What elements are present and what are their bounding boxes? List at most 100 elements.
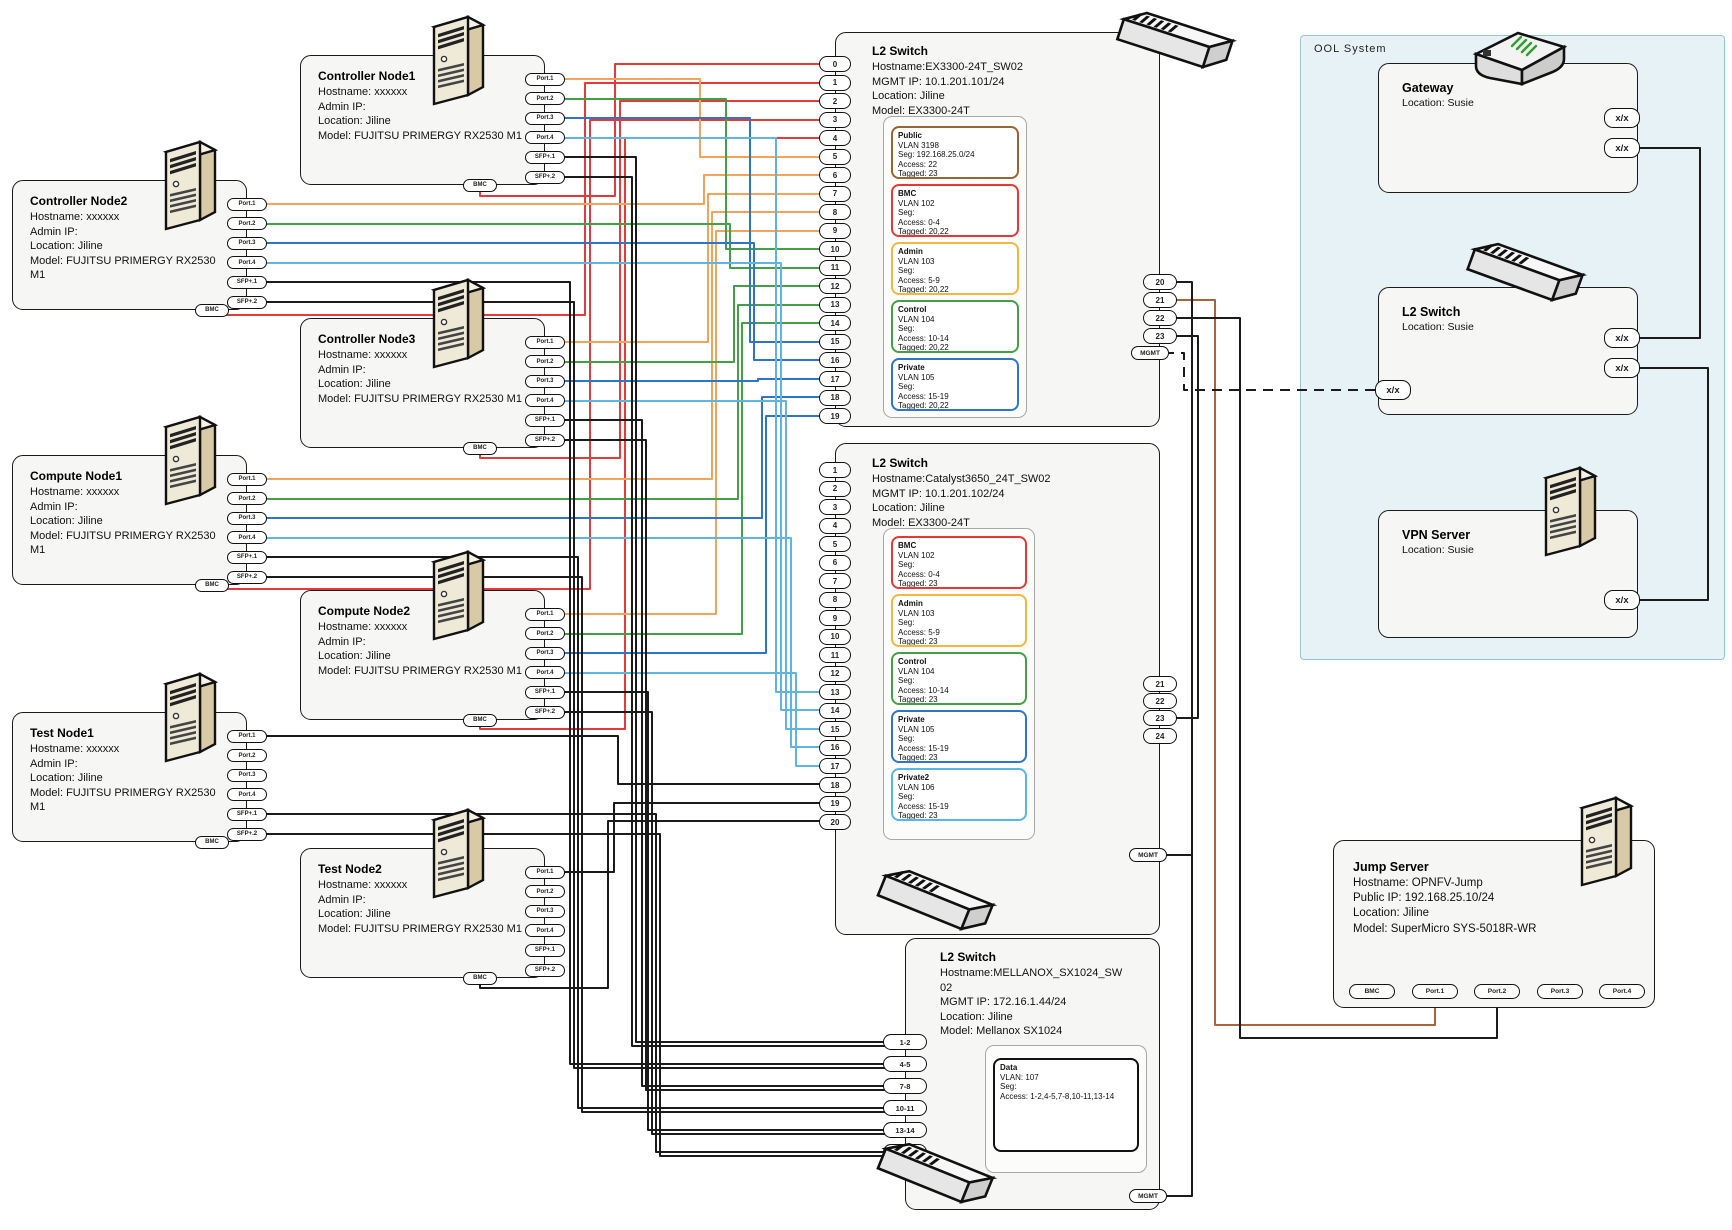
port-port2: Port.2 (227, 217, 267, 230)
test-node2: Test Node2 Hostname: xxxxxxAdmin IP:Locat… (318, 862, 523, 936)
ool-vpn-server-fields: Location: Susie (1402, 544, 1612, 558)
port-port4: Port.4 (227, 531, 267, 544)
port-0: 0 (819, 56, 851, 72)
test-node2-title: Test Node2 (318, 862, 523, 876)
jump-server-fields: Hostname: OPNFV-JumpPublic IP: 192.168.2… (1353, 876, 1585, 937)
port-23: 23 (1143, 710, 1177, 726)
controller-node2-fields: Hostname: xxxxxxAdmin IP:Location: Jilin… (30, 210, 225, 283)
port-sfp+2: SFP+.2 (227, 828, 267, 841)
port-2: 2 (819, 93, 851, 109)
port-port4: Port.4 (525, 394, 565, 407)
ool-vpn-server-title: VPN Server (1402, 528, 1612, 542)
ool-gateway-title: Gateway (1402, 81, 1612, 95)
port-port3: Port.3 (525, 905, 565, 918)
vlan-box-admin: AdminVLAN 103Seg:Access: 5-9Tagged: 20,2… (891, 242, 1019, 295)
test-node1: Test Node1Hostname: xxxxxxAdmin IP:Locat… (30, 726, 225, 815)
port-19: 19 (819, 408, 851, 424)
port-18: 18 (819, 390, 851, 406)
port-8: 8 (819, 204, 851, 220)
controller-node1-bmc-port: BMC (463, 179, 497, 192)
port-19: 19 (819, 796, 851, 812)
port-port3: Port.3 (227, 512, 267, 525)
l2-switch-bottom-fields: Hostname:MELLANOX_SX1024_SW02MGMT IP: 17… (940, 966, 1145, 1039)
port-17: 17 (819, 371, 851, 387)
ool-gateway-port: x/x (1604, 108, 1640, 128)
port-sfp+2: SFP+.2 (525, 171, 565, 184)
network-topology-diagram: OOL SystemController Node1Hostname: xxxx… (0, 0, 1732, 1230)
port-21: 21 (1143, 676, 1177, 692)
compute-node2-bmc-port: BMC (463, 714, 497, 727)
port-8: 8 (819, 592, 851, 608)
compute-node1: Compute Node1Hostname: xxxxxxAdmin IP:Lo… (30, 469, 225, 558)
ool-l2-switch-fields: Location: Susie (1402, 321, 1612, 335)
vlan-box-bmc: BMCVLAN 102Seg:Access: 0-4Tagged: 23 (891, 536, 1027, 589)
port-7: 7 (819, 186, 851, 202)
jump-server: Jump Server Hostname: OPNFV-JumpPublic IP… (1353, 860, 1585, 937)
port-20: 20 (1143, 274, 1177, 290)
test-node2-fields: Hostname: xxxxxxAdmin IP:Location: Jilin… (318, 878, 523, 936)
ool-vpn-server: VPN Server Location: Susie (1402, 528, 1612, 558)
ool-l2-switch-title: L2 Switch (1402, 305, 1612, 319)
ool-l2-switch-port: x/x (1604, 328, 1640, 348)
cable (1169, 353, 1375, 390)
controller-node1-title: Controller Node1 (318, 69, 523, 83)
vlan-box-control: ControlVLAN 104Seg:Access: 10-14Tagged: … (891, 652, 1027, 705)
port-23: 23 (1143, 328, 1177, 344)
ool-vpn-server-port: x/x (1604, 590, 1640, 610)
port-port3: Port.3 (227, 769, 267, 782)
controller-node3-fields: Hostname: xxxxxxAdmin IP:Location: Jilin… (318, 348, 523, 406)
port-20: 20 (819, 814, 851, 830)
cable (266, 736, 820, 784)
jump-server-title: Jump Server (1353, 860, 1585, 874)
controller-node1: Controller Node1Hostname: xxxxxxAdmin IP… (318, 69, 523, 143)
port-sfp+2: SFP+.2 (525, 706, 565, 719)
port-6: 6 (819, 555, 851, 571)
port-3: 3 (819, 499, 851, 515)
port-sfp+1: SFP+.1 (525, 944, 565, 957)
port-45: 4-5 (883, 1056, 927, 1072)
vlan-box-public: PublicVLAN 3198Seg: 192.168.25.0/24Acces… (891, 126, 1019, 179)
port-9: 9 (819, 610, 851, 626)
controller-node2: Controller Node2Hostname: xxxxxxAdmin IP… (30, 194, 225, 283)
port-12: 12 (819, 666, 851, 682)
controller-node3: Controller Node3Hostname: xxxxxxAdmin IP… (318, 332, 523, 406)
port-sfp+1: SFP+.1 (227, 276, 267, 289)
jump-server-bmc-port: BMC (1349, 984, 1395, 999)
controller-node3-bmc-port: BMC (463, 442, 497, 455)
port-port2: Port.2 (525, 885, 565, 898)
port-sfp+1: SFP+.1 (525, 414, 565, 427)
port-11: 11 (819, 647, 851, 663)
port-port1: Port.1 (227, 730, 267, 743)
port-10: 10 (819, 629, 851, 645)
port-port1: Port.1 (227, 198, 267, 211)
port-sfp+2: SFP+.2 (525, 964, 565, 977)
port-21: 21 (1143, 292, 1177, 308)
cable (1640, 148, 1700, 338)
port-sfp+1: SFP+.1 (525, 151, 565, 164)
port-port4: Port.4 (227, 788, 267, 801)
jump-server-port2-port: Port.2 (1474, 984, 1520, 999)
port-port1: Port.1 (525, 608, 565, 621)
port-13: 13 (819, 684, 851, 700)
port-sfp+2: SFP+.2 (227, 571, 267, 584)
cable (1640, 368, 1708, 600)
port-port1: Port.1 (525, 866, 565, 879)
port-port3: Port.3 (525, 647, 565, 660)
port-22: 22 (1143, 310, 1177, 326)
port-1314: 13-14 (883, 1122, 927, 1138)
port-7: 7 (819, 573, 851, 589)
port-15: 15 (819, 721, 851, 737)
port-5: 5 (819, 536, 851, 552)
port-1: 1 (819, 462, 851, 478)
l2-switch-middle-fields: Hostname:Catalyst3650_24T_SW02MGMT IP: 1… (872, 472, 1147, 530)
test-node1-title: Test Node1 (30, 726, 225, 740)
compute-node2-fields: Hostname: xxxxxxAdmin IP:Location: Jilin… (318, 620, 523, 678)
vlan-box-admin: AdminVLAN 103Seg:Access: 5-9Tagged: 23 (891, 594, 1027, 647)
compute-node1-title: Compute Node1 (30, 469, 225, 483)
port-12: 1-2 (883, 1034, 927, 1050)
port-4: 4 (819, 130, 851, 146)
port-sfp+1: SFP+.1 (525, 686, 565, 699)
port-port2: Port.2 (525, 627, 565, 640)
port-5: 5 (819, 149, 851, 165)
port-port1: Port.1 (525, 336, 565, 349)
